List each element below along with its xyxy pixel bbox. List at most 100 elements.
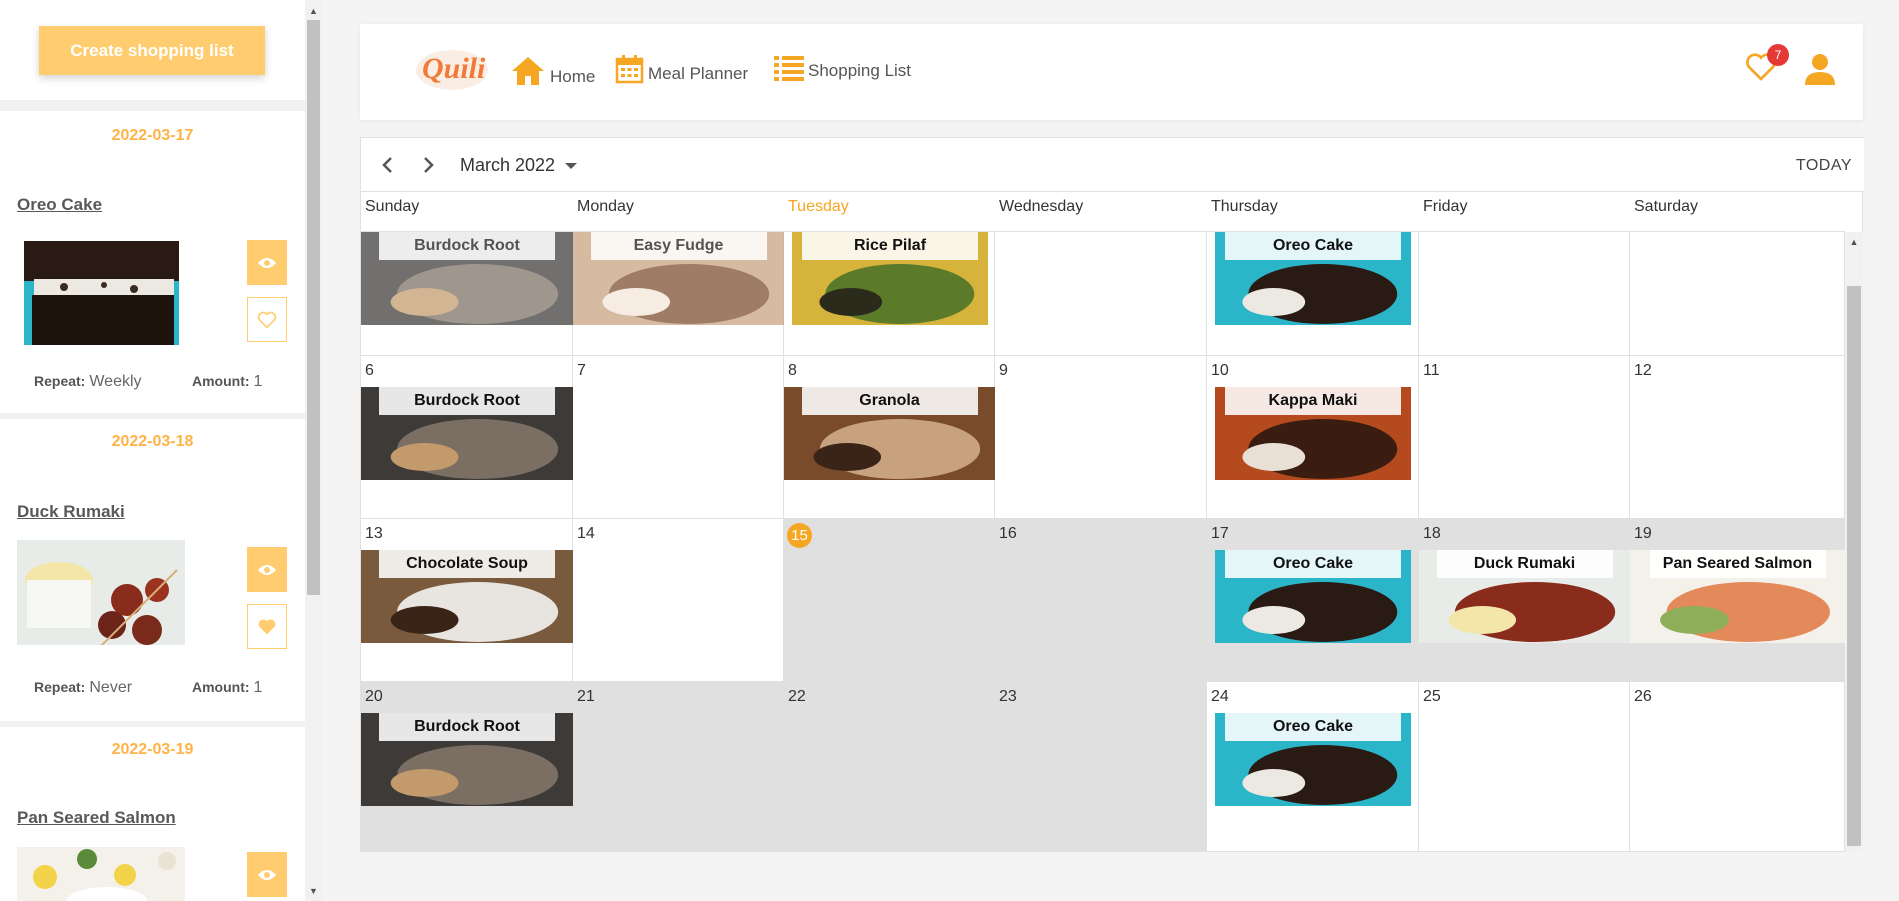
app-logo[interactable]: Quili (412, 38, 492, 98)
card-repeat: Repeat: Never (34, 679, 133, 696)
user-account-button[interactable] (1803, 52, 1837, 91)
planned-meal-tile[interactable]: Granola (784, 387, 995, 480)
meal-name-label: Oreo Cake (1225, 232, 1401, 260)
meal-name-label: Easy Fudge (590, 232, 767, 260)
calendar-day-cell[interactable]: 19 Pan Seared Salmon (1630, 519, 1845, 682)
view-recipe-button[interactable] (247, 240, 287, 285)
scroll-down-arrow-icon[interactable]: ▼ (305, 882, 322, 899)
day-number: 20 (365, 688, 383, 705)
nav-shopping-list[interactable]: Shopping List (774, 55, 911, 81)
calendar-day-cell[interactable]: 15 (784, 519, 995, 682)
view-recipe-button[interactable] (247, 547, 287, 592)
day-number: 26 (1634, 688, 1652, 705)
nav-meal-planner-label: Meal Planner (648, 64, 749, 83)
planned-meal-tile[interactable]: Kappa Maki (1215, 387, 1411, 480)
top-navbar: Quili Home Meal Planner Shopping List 7 (360, 24, 1863, 120)
day-number: 11 (1423, 362, 1440, 379)
scroll-up-arrow-icon[interactable]: ▲ (305, 2, 322, 19)
next-month-button[interactable] (417, 153, 441, 177)
card-recipe-image[interactable] (24, 241, 179, 345)
meal-name-label: Burdock Root (379, 387, 555, 415)
calendar-scroll-thumb[interactable] (1847, 286, 1861, 846)
meal-name-label: Pan Seared Salmon (1649, 550, 1826, 578)
card-amount: Amount: 1 (192, 373, 263, 390)
calendar-day-cell[interactable]: 7 (573, 356, 784, 519)
planned-meal-tile[interactable]: Burdock Root (361, 387, 573, 480)
meal-calendar: March 2022 TODAY Sunday Monday Tuesday W… (360, 137, 1864, 852)
card-recipe-title[interactable]: Duck Rumaki (17, 502, 125, 522)
favorites-button[interactable]: 7 (1745, 44, 1789, 87)
calendar-day-cell[interactable]: 23 (995, 682, 1207, 852)
planned-meal-tile[interactable]: Duck Rumaki (1419, 550, 1630, 643)
calendar-day-cell[interactable] (1419, 232, 1630, 356)
favorites-count-badge: 7 (1767, 44, 1789, 66)
day-number: 24 (1211, 688, 1229, 705)
calendar-scrollbar[interactable]: ▲ (1845, 232, 1863, 852)
today-button[interactable]: TODAY (1796, 157, 1852, 175)
card-recipe-title[interactable]: Pan Seared Salmon (17, 808, 176, 828)
card-repeat: Repeat: Weekly (34, 373, 142, 390)
planned-meal-tile[interactable]: Burdock Root (361, 713, 573, 806)
sidebar-scrollbar[interactable]: ▲ ▼ (305, 0, 322, 901)
day-number: 18 (1423, 525, 1441, 542)
calendar-day-cell[interactable]: 8 Granola (784, 356, 995, 519)
planned-meal-tile[interactable]: Burdock Root (361, 232, 573, 325)
calendar-day-cell[interactable]: Rice Pilaf (784, 232, 995, 356)
calendar-day-cell[interactable]: 26 (1630, 682, 1845, 852)
card-date: 2022-03-17 (111, 127, 194, 144)
calendar-day-cell[interactable]: 12 (1630, 356, 1845, 519)
calendar-day-cell[interactable]: 10 Kappa Maki (1207, 356, 1419, 519)
calendar-day-cell[interactable]: 11 (1419, 356, 1630, 519)
nav-meal-planner[interactable]: Meal Planner (615, 54, 748, 84)
card-recipe-image[interactable] (17, 540, 185, 645)
day-number: 19 (1634, 525, 1652, 542)
view-recipe-button[interactable] (247, 852, 287, 897)
eye-icon (258, 564, 276, 575)
calendar-day-cell[interactable]: Oreo Cake (1207, 232, 1419, 356)
calendar-day-cell[interactable]: 13 Chocolate Soup (361, 519, 573, 682)
calendar-day-cell[interactable]: 22 (784, 682, 995, 852)
day-number: 7 (577, 362, 586, 379)
planned-meal-tile[interactable]: Oreo Cake (1215, 232, 1411, 325)
planned-meal-tile[interactable]: Oreo Cake (1215, 713, 1411, 806)
favorite-button[interactable] (247, 297, 287, 342)
planned-meal-tile[interactable]: Oreo Cake (1215, 550, 1411, 643)
favorite-button[interactable] (247, 604, 287, 649)
planned-meal-tile[interactable]: Easy Fudge (573, 232, 784, 325)
eye-icon (258, 257, 276, 268)
meal-name-label: Rice Pilaf (802, 232, 978, 260)
card-recipe-title[interactable]: Oreo Cake (17, 195, 102, 215)
scroll-up-arrow-icon[interactable]: ▲ (1845, 234, 1863, 250)
sidebar: Create shopping list 2022-03-17 Oreo Cak… (0, 0, 305, 901)
create-shopping-list-button[interactable]: Create shopping list (39, 26, 265, 75)
planned-meal-tile[interactable]: Rice Pilaf (792, 232, 988, 325)
card-amount: Amount: 1 (192, 679, 263, 696)
meal-name-label: Chocolate Soup (379, 550, 555, 578)
calendar-day-cell[interactable]: 24 Oreo Cake (1207, 682, 1419, 852)
calendar-day-cell[interactable]: Burdock Root (361, 232, 573, 356)
planned-meal-tile[interactable]: Chocolate Soup (361, 550, 573, 643)
calendar-day-cell[interactable] (995, 232, 1207, 356)
calendar-day-cell[interactable]: 6 Burdock Root (361, 356, 573, 519)
calendar-day-cell[interactable]: 20 Burdock Root (361, 682, 573, 852)
calendar-day-cell[interactable]: 14 (573, 519, 784, 682)
day-number: 25 (1423, 688, 1441, 705)
month-selector[interactable]: March 2022 (460, 155, 578, 176)
sidebar-scroll-thumb[interactable] (307, 20, 320, 595)
card-recipe-image[interactable] (17, 847, 185, 901)
calendar-day-cell[interactable]: 21 (573, 682, 784, 852)
calendar-day-cell[interactable] (1630, 232, 1845, 356)
chevron-right-icon (424, 157, 434, 173)
calendar-day-cell[interactable]: 16 (995, 519, 1207, 682)
eye-icon (258, 869, 276, 880)
nav-home[interactable]: Home (510, 55, 595, 87)
calendar-day-cell[interactable]: 18 Duck Rumaki (1419, 519, 1630, 682)
calendar-day-cell[interactable]: 17 Oreo Cake (1207, 519, 1419, 682)
previous-month-button[interactable] (375, 153, 399, 177)
planned-meal-tile[interactable]: Pan Seared Salmon (1630, 550, 1845, 643)
calendar-day-cell[interactable]: 25 (1419, 682, 1630, 852)
meal-name-label: Burdock Root (379, 713, 555, 741)
calendar-day-cell[interactable]: 9 (995, 356, 1207, 519)
home-icon (512, 57, 544, 85)
calendar-day-cell[interactable]: Easy Fudge (573, 232, 784, 356)
